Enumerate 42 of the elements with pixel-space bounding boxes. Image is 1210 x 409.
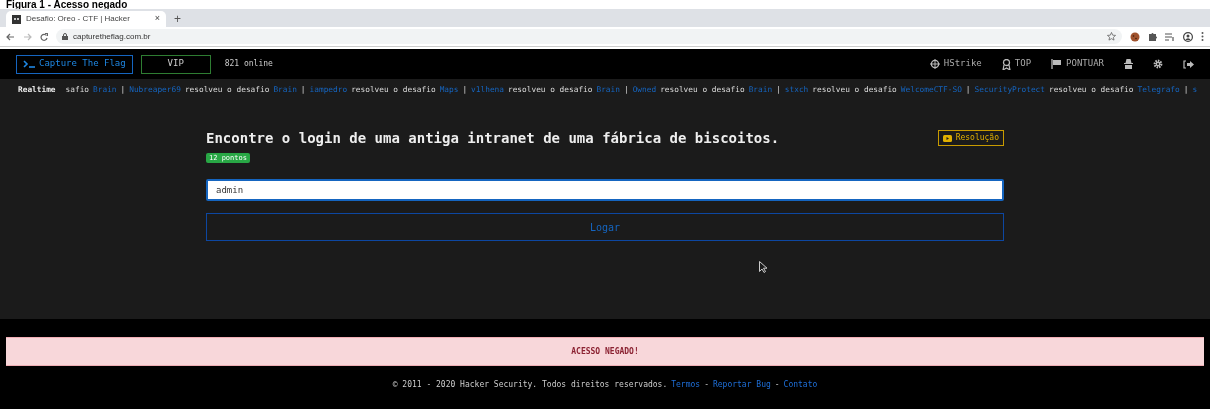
copyright-text: © 2011 - 2020 Hacker Security. Todos direitos reservados. xyxy=(392,378,668,391)
tab-close[interactable]: × xyxy=(154,12,160,26)
footer-link[interactable]: Termos xyxy=(671,378,701,391)
mouse-cursor-icon xyxy=(759,261,768,273)
cookie-icon[interactable] xyxy=(1130,31,1140,42)
spy-icon[interactable] xyxy=(1124,59,1133,69)
playlist-icon[interactable] xyxy=(1165,32,1175,41)
reload-icon[interactable] xyxy=(40,32,48,41)
settings-icon[interactable] xyxy=(1153,59,1163,69)
crosshair-icon xyxy=(929,59,940,69)
browser-tab[interactable]: Desafio: Oreo - CTF | Hacker × xyxy=(6,11,166,27)
login-field[interactable]: admin xyxy=(206,179,1004,201)
terminal-icon xyxy=(23,60,35,68)
account-icon[interactable] xyxy=(1183,31,1193,42)
figure-caption: Figura 1 - Acesso negado xyxy=(6,0,128,9)
online-count: 821 online xyxy=(224,58,273,70)
footer-separator: - xyxy=(774,378,780,391)
puzzle-icon[interactable] xyxy=(1148,32,1157,41)
error-alert: ACESSO NEGADO! xyxy=(6,337,1204,366)
star-icon[interactable] xyxy=(1107,32,1116,41)
lock-icon xyxy=(62,33,68,40)
footer-link[interactable]: Reportar Bug xyxy=(712,378,771,391)
new-tab-button[interactable]: + xyxy=(174,11,181,27)
footer-link[interactable]: Contato xyxy=(783,378,818,391)
award-icon xyxy=(1001,58,1011,70)
logout-icon[interactable] xyxy=(1183,59,1194,69)
footer-separator: - xyxy=(704,378,709,391)
favicon-icon xyxy=(12,14,21,24)
login-button[interactable]: Logar xyxy=(206,213,1004,241)
flag-icon xyxy=(1051,59,1063,69)
tab-title: Desafio: Oreo - CTF | Hacker xyxy=(26,13,130,25)
brand-logo[interactable]: Capture The Flag xyxy=(16,54,133,74)
address-bar[interactable]: capturetheflag.com.br xyxy=(56,29,1122,44)
back-icon[interactable] xyxy=(6,32,15,41)
resolution-button[interactable]: Resolução xyxy=(937,130,1004,146)
nav-link[interactable]: PONTUAR xyxy=(1051,57,1104,71)
nav-link[interactable]: HStrike xyxy=(929,57,982,71)
challenge-title: Encontre o login de uma antiga intranet de uma fábrica de biscoitos. xyxy=(206,129,780,148)
more-icon[interactable] xyxy=(1201,32,1204,41)
video-icon xyxy=(942,134,952,142)
nav-link[interactable]: TOP xyxy=(1001,57,1032,71)
vip-button[interactable]: VIP xyxy=(140,54,211,74)
